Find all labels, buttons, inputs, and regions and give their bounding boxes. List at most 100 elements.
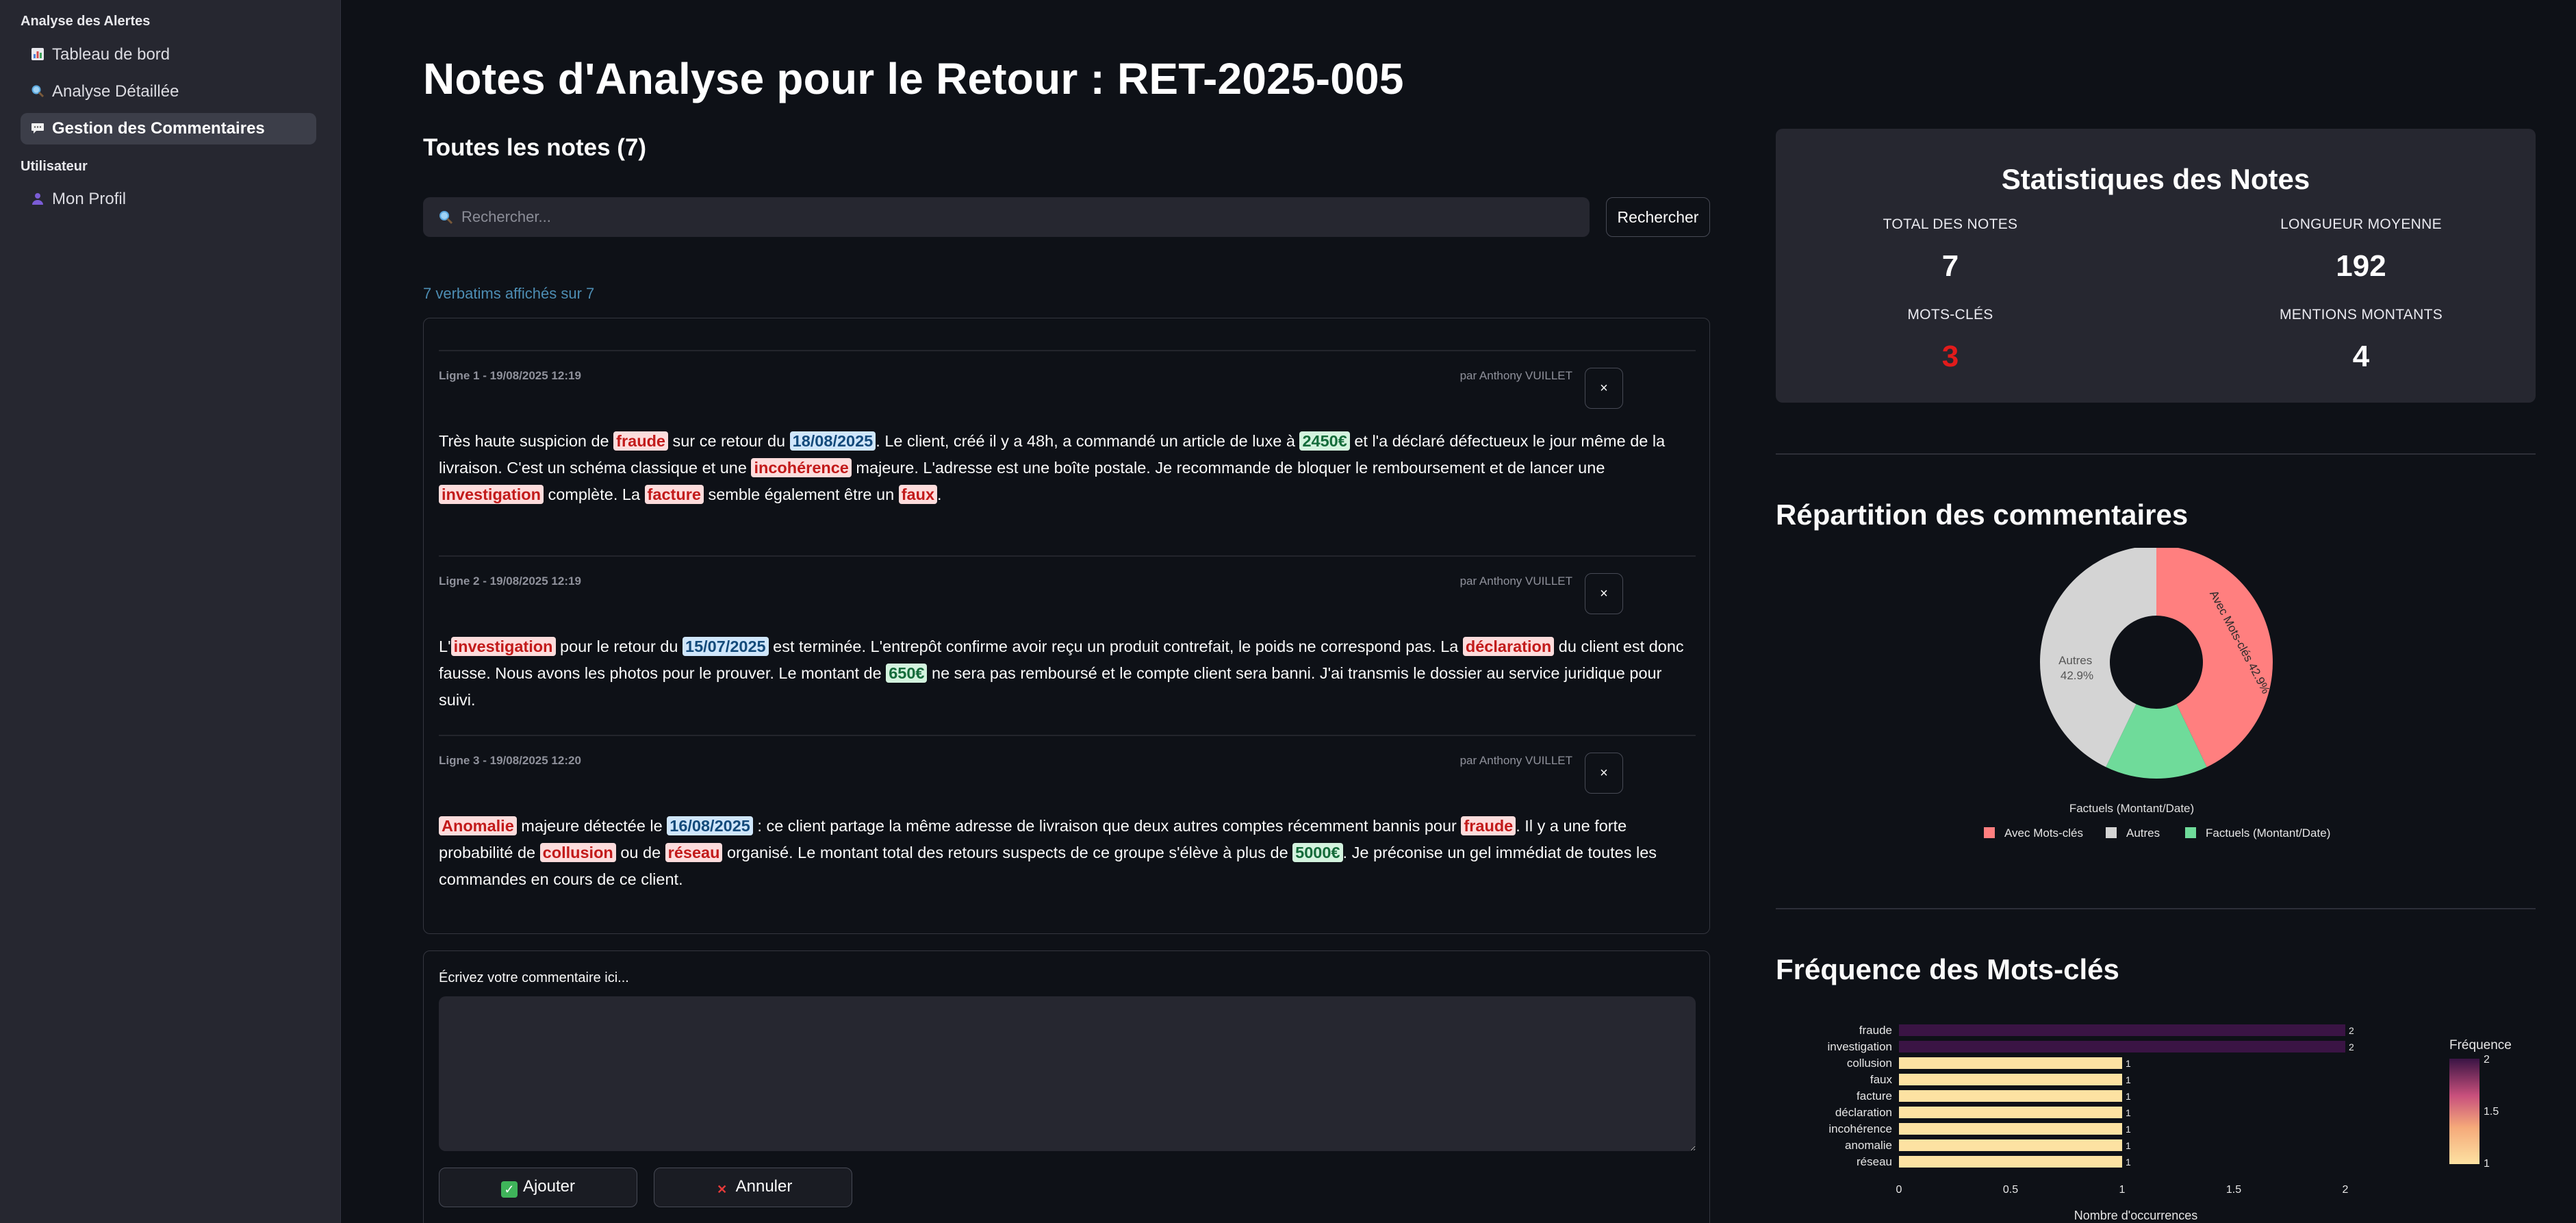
add-comment-button[interactable]: ✓ Ajouter <box>439 1168 637 1207</box>
bar[interactable] <box>1899 1024 2345 1036</box>
comment-form: Écrivez votre commentaire ici... ✓ Ajoute… <box>423 950 1710 1223</box>
comment-textarea[interactable] <box>439 996 1696 1151</box>
keyword-highlight: fraude <box>1461 816 1516 835</box>
note-meta: Ligne 1 - 19/08/2025 12:19 <box>439 369 581 382</box>
search-input[interactable] <box>423 197 1590 237</box>
x-tick-label: 0.5 <box>2003 1184 2018 1196</box>
note-text-segment: L' <box>439 638 451 655</box>
note-item: Ligne 1 - 19/08/2025 12:19 par Anthony V… <box>439 350 1696 555</box>
keyword-highlight: déclaration <box>1462 637 1555 656</box>
colorbar <box>2449 1059 2479 1164</box>
bar[interactable] <box>1899 1074 2122 1085</box>
bar-value-label: 2 <box>2349 1042 2354 1052</box>
pie-chart: Avec Mots-clés 42.9% Autres 42.9% Factue… <box>1984 548 2330 840</box>
bar-category-label: facture <box>1857 1089 1892 1102</box>
bar[interactable] <box>1899 1090 2122 1102</box>
note-author: par Anthony VUILLET <box>1459 369 1572 382</box>
stat-total-notes: TOTAL DES NOTES 7 <box>1813 216 2087 283</box>
keyword-highlight: incohérence <box>751 458 852 477</box>
notes-list: Ligne 1 - 19/08/2025 12:19 par Anthony V… <box>423 318 1710 934</box>
delete-note-button[interactable]: × <box>1585 753 1623 794</box>
bar-value-label: 2 <box>2349 1025 2354 1036</box>
stats-card: Statistiques des Notes TOTAL DES NOTES 7… <box>1776 129 2536 403</box>
keyword-highlight: investigation <box>450 637 556 656</box>
x-axis-title: Nombre d'occurrences <box>2074 1209 2198 1222</box>
sidebar-item-label: Mon Profil <box>52 190 127 208</box>
delete-note-button[interactable]: × <box>1585 573 1623 614</box>
stat-keywords: MOTS-CLÉS 3 <box>1813 307 2087 374</box>
sidebar-item-label: Tableau de bord <box>52 45 170 64</box>
note-meta: Ligne 2 - 19/08/2025 12:19 <box>439 575 581 588</box>
bar[interactable] <box>1899 1156 2122 1168</box>
add-button-label: Ajouter <box>522 1177 576 1196</box>
bar-category-label: incohérence <box>1828 1122 1892 1135</box>
sidebar-item-dashboard[interactable]: Tableau de bord <box>21 39 316 71</box>
bar-value-label: 1 <box>2126 1074 2131 1085</box>
bar-category-label: anomalie <box>1845 1139 1892 1152</box>
stats-title: Statistiques des Notes <box>2001 163 2310 195</box>
bar-value-label: 1 <box>2126 1107 2131 1118</box>
sidebar-item-detailed-analysis[interactable]: Analyse Détaillée <box>21 76 316 108</box>
keyword-highlight: réseau <box>665 843 723 862</box>
keyword-highlight: faux <box>898 485 938 504</box>
pie-chart-title: Répartition des commentaires <box>1776 499 2189 531</box>
legend-label-keywords: Avec Mots-clés <box>2004 827 2083 840</box>
stat-value: 4 <box>2352 340 2370 373</box>
note-author: par Anthony VUILLET <box>1459 754 1572 767</box>
bar[interactable] <box>1899 1107 2122 1118</box>
stat-value: 7 <box>1941 249 1959 283</box>
bar-category-label: déclaration <box>1835 1106 1892 1119</box>
search-icon <box>438 210 453 225</box>
magnifier-icon <box>30 84 45 99</box>
cross-icon: ✕ <box>717 1183 728 1196</box>
x-tick-label: 2 <box>2343 1184 2349 1196</box>
stat-value: 3 <box>1941 340 1959 373</box>
verbatim-count: 7 verbatims affichés sur 7 <box>423 285 595 302</box>
sidebar-item-comments[interactable]: Gestion des Commentaires <box>21 113 316 144</box>
bar[interactable] <box>1899 1057 2122 1069</box>
bar-value-label: 1 <box>2126 1157 2131 1168</box>
amount-highlight: 5000€ <box>1292 843 1343 862</box>
bar-category-label: réseau <box>1857 1155 1892 1168</box>
pie-slice-label-factual: Factuels (Montant/Date) <box>2069 802 2194 815</box>
sidebar-section-user: Utilisateur <box>21 159 88 174</box>
sidebar-item-profile[interactable]: Mon Profil <box>21 184 316 215</box>
bar-value-label: 1 <box>2126 1091 2131 1102</box>
amount-highlight: 650€ <box>886 664 928 683</box>
keyword-highlight: fraude <box>613 431 668 451</box>
x-tick-label: 1 <box>2119 1184 2126 1196</box>
colorbar-tick: 2 <box>2484 1054 2490 1066</box>
amount-highlight: 2450€ <box>1299 431 1350 451</box>
sidebar-item-label: Analyse Détaillée <box>52 82 179 101</box>
chart-icon <box>30 47 45 62</box>
legend-label-factual: Factuels (Montant/Date) <box>2206 827 2330 840</box>
colorbar-tick: 1.5 <box>2484 1106 2499 1118</box>
cancel-comment-button[interactable]: ✕ Annuler <box>654 1168 852 1207</box>
note-text: Très haute suspicion de fraude sur ce re… <box>439 428 1696 508</box>
note-meta: Ligne 3 - 19/08/2025 12:20 <box>439 754 581 767</box>
delete-note-button[interactable]: × <box>1585 368 1623 409</box>
colorbar-tick: 1 <box>2484 1158 2490 1170</box>
divider <box>1776 908 2536 909</box>
bar-category-label: investigation <box>1827 1040 1892 1053</box>
bar[interactable] <box>1899 1139 2122 1151</box>
keyword-highlight: collusion <box>539 843 616 862</box>
notes-subtitle: Toutes les notes (7) <box>423 134 647 161</box>
bar[interactable] <box>1899 1041 2345 1052</box>
bar-value-label: 1 <box>2126 1058 2131 1069</box>
note-text-segment: semble également être un <box>703 486 899 503</box>
x-tick-label: 0 <box>1896 1184 1902 1196</box>
speech-bubble-icon <box>30 121 45 136</box>
note-item: Ligne 3 - 19/08/2025 12:20 par Anthony V… <box>439 735 1696 926</box>
stat-amount-mentions: MENTIONS MONTANTS 4 <box>2224 307 2498 374</box>
note-text-segment: ou de <box>615 844 665 861</box>
legend-swatch-factual <box>2185 827 2196 838</box>
sidebar: Analyse des Alertes Tableau de bord Anal… <box>0 0 341 1223</box>
search-button[interactable]: Rechercher <box>1606 197 1710 237</box>
date-highlight: 18/08/2025 <box>789 431 876 451</box>
note-text-segment: . Le client, créé il y a 48h, a commandé… <box>876 432 1300 450</box>
check-icon: ✓ <box>500 1181 518 1198</box>
note-text-segment: majeure. L'adresse est une boîte postale… <box>851 459 1605 477</box>
legend-swatch-keywords <box>1984 827 1995 838</box>
bar[interactable] <box>1899 1123 2122 1135</box>
